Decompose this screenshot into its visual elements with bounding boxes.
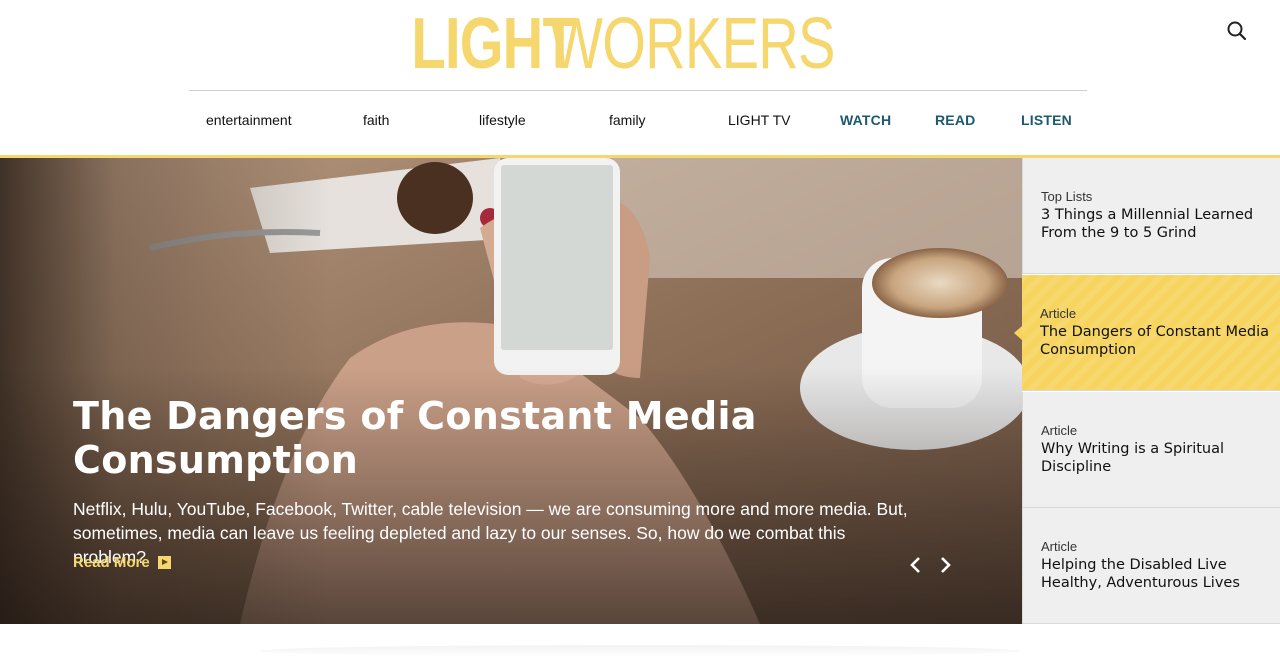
sidebar-card-category: Article [1041, 539, 1078, 554]
sidebar-card-title: The Dangers of Constant Media Consumptio… [1040, 324, 1269, 358]
nav-item-faith[interactable]: faith [363, 112, 389, 128]
nav-item-lifestyle[interactable]: lifestyle [479, 112, 526, 128]
sidebar-card-category: Article [1040, 306, 1077, 321]
read-more-label: Read More [73, 554, 150, 571]
sidebar-card[interactable]: Top Lists 3 Things a Millennial Learned … [1022, 158, 1280, 274]
header-divider [189, 90, 1087, 91]
sidebar-card[interactable]: Article Why Writing is a Spiritual Disci… [1022, 392, 1280, 508]
sidebar-card-active[interactable]: Article The Dangers of Constant Media Co… [1014, 275, 1280, 391]
sidebar-card[interactable]: Article Helping the Disabled Live Health… [1022, 508, 1280, 624]
logo-light-text: WORKERS [549, 4, 836, 84]
sidebar-card-title: 3 Things a Millennial Learned From the 9… [1041, 207, 1254, 241]
next-slide-button[interactable] [937, 554, 953, 576]
site-logo[interactable]: LIGHTWORKERS [0, 8, 1280, 80]
sidebar-card-category: Article [1041, 423, 1078, 438]
nav-item-read[interactable]: READ [935, 112, 975, 128]
read-more-link[interactable]: Read More [73, 554, 171, 571]
chevron-left-icon [910, 557, 920, 573]
site-header: LIGHTWORKERS entertainment faith lifesty… [0, 0, 1280, 156]
chevron-right-icon [941, 557, 951, 573]
nav-item-family[interactable]: family [609, 112, 646, 128]
sidebar-card-title: Why Writing is a Spiritual Discipline [1041, 441, 1225, 475]
search-icon [1227, 21, 1247, 41]
prev-slide-button[interactable] [908, 554, 924, 576]
sidebar-card-category: Top Lists [1041, 189, 1093, 204]
play-arrow-icon [157, 556, 171, 569]
main-nav: entertainment faith lifestyle family LIG… [189, 104, 1087, 138]
featured-sidebar: Top Lists 3 Things a Millennial Learned … [1014, 158, 1280, 624]
nav-item-entertainment[interactable]: entertainment [206, 112, 292, 128]
hero-title[interactable]: The Dangers of Constant Media Consumptio… [73, 394, 833, 482]
sidebar-card-title: Helping the Disabled Live Healthy, Adven… [1041, 557, 1240, 591]
nav-item-listen[interactable]: LISTEN [1021, 112, 1072, 128]
section-shadow [260, 645, 1020, 657]
hero-description: Netflix, Hulu, YouTube, Facebook, Twitte… [73, 499, 908, 567]
search-button[interactable] [1224, 18, 1250, 44]
hero-slide[interactable]: The Dangers of Constant Media Consumptio… [0, 158, 1022, 624]
nav-item-watch[interactable]: WATCH [840, 112, 891, 128]
nav-item-light-tv[interactable]: LIGHT TV [728, 112, 791, 128]
active-indicator-arrow [1014, 326, 1022, 340]
